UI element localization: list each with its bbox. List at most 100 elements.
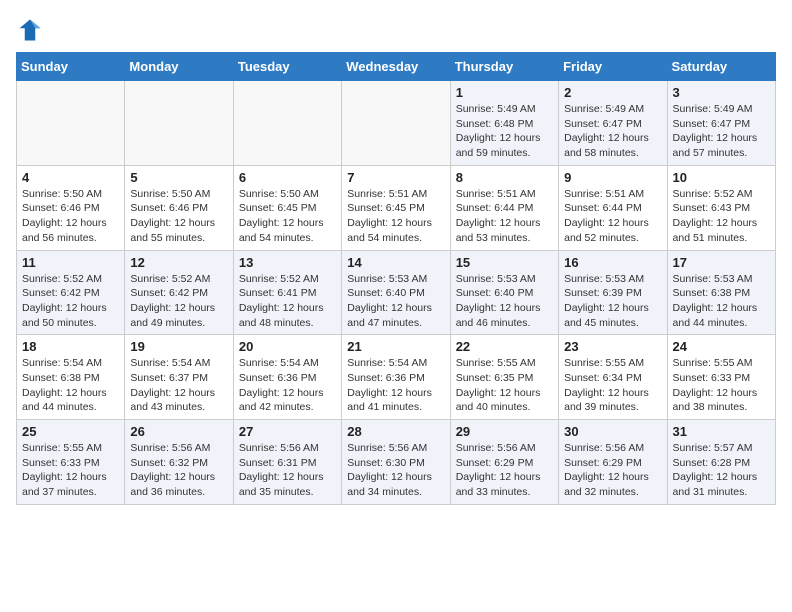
- day-number: 6: [239, 170, 336, 185]
- day-number: 11: [22, 255, 119, 270]
- day-number: 3: [673, 85, 770, 100]
- calendar-cell: 27Sunrise: 5:56 AM Sunset: 6:31 PM Dayli…: [233, 420, 341, 505]
- day-info: Sunrise: 5:55 AM Sunset: 6:33 PM Dayligh…: [22, 441, 119, 500]
- day-info: Sunrise: 5:55 AM Sunset: 6:35 PM Dayligh…: [456, 356, 553, 415]
- day-info: Sunrise: 5:51 AM Sunset: 6:45 PM Dayligh…: [347, 187, 444, 246]
- col-header-monday: Monday: [125, 53, 233, 81]
- day-number: 4: [22, 170, 119, 185]
- day-number: 17: [673, 255, 770, 270]
- calendar-cell: 5 Sunrise: 5:50 AM Sunset: 6:46 PM Daylig…: [125, 165, 233, 250]
- calendar-cell: 14 Sunrise: 5:53 AM Sunset: 6:40 PM Dayli…: [342, 250, 450, 335]
- day-info: Sunrise: 5:51 AM Sunset: 6:44 PM Dayligh…: [456, 187, 553, 246]
- day-info: Sunrise: 5:50 AM Sunset: 6:45 PM Dayligh…: [239, 187, 336, 246]
- day-info: Sunrise: 5:54 AM Sunset: 6:36 PM Dayligh…: [239, 356, 336, 415]
- day-info: Sunrise: 5:55 AM Sunset: 6:33 PM Dayligh…: [673, 356, 770, 415]
- calendar-cell: 13 Sunrise: 5:52 AM Sunset: 6:41 PM Dayli…: [233, 250, 341, 335]
- calendar-cell: 20 Sunrise: 5:54 AM Sunset: 6:36 PM Dayli…: [233, 335, 341, 420]
- day-info: Sunrise: 5:52 AM Sunset: 6:42 PM Dayligh…: [22, 272, 119, 331]
- calendar-cell: 1 Sunrise: 5:49 AM Sunset: 6:48 PM Daylig…: [450, 81, 558, 166]
- calendar-cell: 25 Sunrise: 5:55 AM Sunset: 6:33 PM Dayli…: [17, 420, 125, 505]
- day-number: 21: [347, 339, 444, 354]
- day-info: Sunrise: 5:53 AM Sunset: 6:40 PM Dayligh…: [456, 272, 553, 331]
- calendar-cell: 2 Sunrise: 5:49 AM Sunset: 6:47 PM Daylig…: [559, 81, 667, 166]
- calendar-cell: 8 Sunrise: 5:51 AM Sunset: 6:44 PM Daylig…: [450, 165, 558, 250]
- col-header-friday: Friday: [559, 53, 667, 81]
- calendar-cell: [125, 81, 233, 166]
- calendar-cell: 18 Sunrise: 5:54 AM Sunset: 6:38 PM Dayli…: [17, 335, 125, 420]
- col-header-wednesday: Wednesday: [342, 53, 450, 81]
- day-number: 13: [239, 255, 336, 270]
- calendar-week-4: 18 Sunrise: 5:54 AM Sunset: 6:38 PM Dayli…: [17, 335, 776, 420]
- day-info: Sunrise: 5:54 AM Sunset: 6:36 PM Dayligh…: [347, 356, 444, 415]
- calendar-table: SundayMondayTuesdayWednesdayThursdayFrid…: [16, 52, 776, 505]
- calendar-cell: 3 Sunrise: 5:49 AM Sunset: 6:47 PM Daylig…: [667, 81, 775, 166]
- calendar-cell: [233, 81, 341, 166]
- day-info: Sunrise: 5:52 AM Sunset: 6:41 PM Dayligh…: [239, 272, 336, 331]
- day-info: Sunrise: 5:54 AM Sunset: 6:38 PM Dayligh…: [22, 356, 119, 415]
- logo-icon: [16, 16, 44, 44]
- calendar-cell: 31Sunrise: 5:57 AM Sunset: 6:28 PM Dayli…: [667, 420, 775, 505]
- day-number: 16: [564, 255, 661, 270]
- col-header-thursday: Thursday: [450, 53, 558, 81]
- day-number: 7: [347, 170, 444, 185]
- col-header-sunday: Sunday: [17, 53, 125, 81]
- day-info: Sunrise: 5:49 AM Sunset: 6:48 PM Dayligh…: [456, 102, 553, 161]
- calendar-cell: 21 Sunrise: 5:54 AM Sunset: 6:36 PM Dayli…: [342, 335, 450, 420]
- day-info: Sunrise: 5:53 AM Sunset: 6:38 PM Dayligh…: [673, 272, 770, 331]
- day-info: Sunrise: 5:50 AM Sunset: 6:46 PM Dayligh…: [130, 187, 227, 246]
- day-number: 15: [456, 255, 553, 270]
- calendar-cell: 24Sunrise: 5:55 AM Sunset: 6:33 PM Dayli…: [667, 335, 775, 420]
- calendar-cell: 30Sunrise: 5:56 AM Sunset: 6:29 PM Dayli…: [559, 420, 667, 505]
- day-info: Sunrise: 5:51 AM Sunset: 6:44 PM Dayligh…: [564, 187, 661, 246]
- calendar-cell: 4 Sunrise: 5:50 AM Sunset: 6:46 PM Daylig…: [17, 165, 125, 250]
- calendar-cell: 10 Sunrise: 5:52 AM Sunset: 6:43 PM Dayli…: [667, 165, 775, 250]
- day-number: 14: [347, 255, 444, 270]
- calendar-cell: 11 Sunrise: 5:52 AM Sunset: 6:42 PM Dayli…: [17, 250, 125, 335]
- col-header-tuesday: Tuesday: [233, 53, 341, 81]
- calendar-week-5: 25 Sunrise: 5:55 AM Sunset: 6:33 PM Dayli…: [17, 420, 776, 505]
- day-number: 12: [130, 255, 227, 270]
- calendar-cell: 28 Sunrise: 5:56 AM Sunset: 6:30 PM Dayli…: [342, 420, 450, 505]
- calendar-week-3: 11 Sunrise: 5:52 AM Sunset: 6:42 PM Dayli…: [17, 250, 776, 335]
- day-info: Sunrise: 5:53 AM Sunset: 6:39 PM Dayligh…: [564, 272, 661, 331]
- day-number: 22: [456, 339, 553, 354]
- day-number: 2: [564, 85, 661, 100]
- day-number: 1: [456, 85, 553, 100]
- calendar-cell: 23 Sunrise: 5:55 AM Sunset: 6:34 PM Dayli…: [559, 335, 667, 420]
- day-number: 10: [673, 170, 770, 185]
- day-number: 18: [22, 339, 119, 354]
- calendar-cell: [342, 81, 450, 166]
- day-info: Sunrise: 5:52 AM Sunset: 6:43 PM Dayligh…: [673, 187, 770, 246]
- day-number: 23: [564, 339, 661, 354]
- day-number: 8: [456, 170, 553, 185]
- logo: [16, 16, 48, 44]
- calendar-week-1: 1 Sunrise: 5:49 AM Sunset: 6:48 PM Daylig…: [17, 81, 776, 166]
- day-number: 25: [22, 424, 119, 439]
- calendar-cell: 16 Sunrise: 5:53 AM Sunset: 6:39 PM Dayli…: [559, 250, 667, 335]
- day-info: Sunrise: 5:53 AM Sunset: 6:40 PM Dayligh…: [347, 272, 444, 331]
- calendar-cell: 22 Sunrise: 5:55 AM Sunset: 6:35 PM Dayli…: [450, 335, 558, 420]
- day-info: Sunrise: 5:56 AM Sunset: 6:29 PM Dayligh…: [564, 441, 661, 500]
- day-info: Sunrise: 5:49 AM Sunset: 6:47 PM Dayligh…: [673, 102, 770, 161]
- day-number: 26: [130, 424, 227, 439]
- day-info: Sunrise: 5:56 AM Sunset: 6:30 PM Dayligh…: [347, 441, 444, 500]
- calendar-cell: 17 Sunrise: 5:53 AM Sunset: 6:38 PM Dayli…: [667, 250, 775, 335]
- day-info: Sunrise: 5:56 AM Sunset: 6:29 PM Dayligh…: [456, 441, 553, 500]
- day-info: Sunrise: 5:50 AM Sunset: 6:46 PM Dayligh…: [22, 187, 119, 246]
- day-number: 28: [347, 424, 444, 439]
- day-info: Sunrise: 5:49 AM Sunset: 6:47 PM Dayligh…: [564, 102, 661, 161]
- day-info: Sunrise: 5:56 AM Sunset: 6:32 PM Dayligh…: [130, 441, 227, 500]
- day-info: Sunrise: 5:55 AM Sunset: 6:34 PM Dayligh…: [564, 356, 661, 415]
- day-number: 29: [456, 424, 553, 439]
- day-info: Sunrise: 5:52 AM Sunset: 6:42 PM Dayligh…: [130, 272, 227, 331]
- day-number: 19: [130, 339, 227, 354]
- day-number: 5: [130, 170, 227, 185]
- calendar-cell: [17, 81, 125, 166]
- calendar-cell: 9Sunrise: 5:51 AM Sunset: 6:44 PM Daylig…: [559, 165, 667, 250]
- calendar-cell: 19Sunrise: 5:54 AM Sunset: 6:37 PM Dayli…: [125, 335, 233, 420]
- calendar-cell: 12 Sunrise: 5:52 AM Sunset: 6:42 PM Dayli…: [125, 250, 233, 335]
- day-number: 20: [239, 339, 336, 354]
- calendar-cell: 7 Sunrise: 5:51 AM Sunset: 6:45 PM Daylig…: [342, 165, 450, 250]
- day-info: Sunrise: 5:56 AM Sunset: 6:31 PM Dayligh…: [239, 441, 336, 500]
- calendar-cell: 29 Sunrise: 5:56 AM Sunset: 6:29 PM Dayli…: [450, 420, 558, 505]
